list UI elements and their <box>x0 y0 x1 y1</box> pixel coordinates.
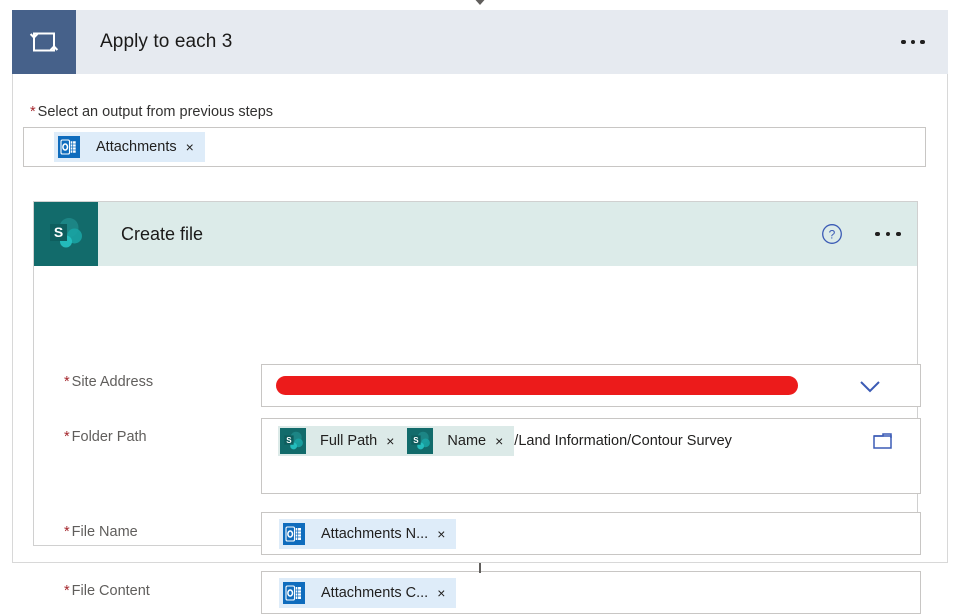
required-indicator: * <box>64 374 70 390</box>
field-label-text: Folder Path <box>71 429 147 445</box>
token-chip-name[interactable]: S Name × <box>405 426 515 456</box>
file-content-input[interactable]: Attachments C... × <box>261 571 921 614</box>
apply-to-each-body: * Select an output from previous steps At… <box>12 74 948 614</box>
loop-ellipsis-menu-icon[interactable] <box>886 10 940 74</box>
svg-text:S: S <box>286 436 292 445</box>
folder-path-input[interactable]: S Full Path × S Name × /Land Information… <box>261 418 921 494</box>
file-name-input[interactable]: Attachments N... × <box>261 512 921 555</box>
field-label-text: File Name <box>71 524 138 540</box>
action-title: Create file <box>121 223 204 244</box>
sharepoint-icon: S <box>405 426 435 456</box>
token-label: Attachments <box>96 139 177 155</box>
dot <box>920 39 925 45</box>
field-label-file-content: * File Content <box>64 583 150 599</box>
svg-text:S: S <box>414 436 420 445</box>
token-chip-full-path[interactable]: S Full Path × <box>278 426 406 456</box>
svg-text:S: S <box>54 224 63 240</box>
output-select-input[interactable]: Attachments × <box>23 127 926 167</box>
required-indicator: * <box>30 104 36 120</box>
top-connector <box>0 0 960 10</box>
token-chip-attachments[interactable]: Attachments × <box>54 132 205 162</box>
required-indicator: * <box>64 524 70 540</box>
dot <box>901 39 906 45</box>
outlook-icon <box>279 519 309 549</box>
loop-repeat-icon <box>12 10 76 74</box>
token-label: Full Path <box>320 433 378 449</box>
dot <box>910 39 916 45</box>
required-indicator: * <box>64 583 70 599</box>
field-label-file-name: * File Name <box>64 524 138 540</box>
token-remove-icon[interactable]: × <box>186 140 205 154</box>
output-field-label-text: Select an output from previous steps <box>37 104 274 120</box>
folder-path-text: /Land Information/Contour Survey <box>514 433 732 449</box>
flow-arrow-down-icon <box>472 0 488 5</box>
sharepoint-icon: S <box>278 426 308 456</box>
token-remove-icon[interactable]: × <box>437 586 456 600</box>
field-label-site-address: * Site Address <box>64 374 153 390</box>
token-label: Name <box>447 433 487 449</box>
action-ellipsis-menu-icon[interactable] <box>865 202 911 266</box>
create-file-header[interactable]: S Create file ? <box>34 202 917 266</box>
chevron-down-icon[interactable] <box>856 377 884 402</box>
token-label: Attachments C... <box>321 584 429 601</box>
folder-picker-icon[interactable] <box>872 431 896 464</box>
token-remove-icon[interactable]: × <box>386 434 405 448</box>
page-title: Apply to each 3 <box>100 31 233 52</box>
token-chip-attachments-name[interactable]: Attachments N... × <box>279 518 457 549</box>
apply-to-each-header[interactable]: Apply to each 3 <box>12 10 948 74</box>
outlook-icon <box>279 578 309 608</box>
create-file-action-card: S Create file ? * Site Address * Folder … <box>33 201 921 614</box>
redacted-value-bar <box>276 376 798 395</box>
svg-text:?: ? <box>829 228 836 242</box>
outlook-icon <box>54 132 84 162</box>
output-field-label: * Select an output from previous steps <box>30 104 273 120</box>
dot <box>896 231 901 237</box>
token-remove-icon[interactable]: × <box>437 527 456 541</box>
field-label-folder-path: * Folder Path <box>64 429 147 445</box>
token-chip-attachments-content[interactable]: Attachments C... × <box>279 577 457 608</box>
token-label: Attachments N... <box>321 525 429 542</box>
field-label-text: Site Address <box>71 374 154 390</box>
dot <box>875 231 880 237</box>
field-label-text: File Content <box>71 583 150 599</box>
bottom-connector <box>479 563 481 573</box>
dot <box>885 231 891 237</box>
token-remove-icon[interactable]: × <box>495 434 514 448</box>
required-indicator: * <box>64 429 70 445</box>
help-circle-icon[interactable]: ? <box>817 219 847 249</box>
sharepoint-icon: S <box>34 202 98 266</box>
site-address-input[interactable] <box>261 364 921 407</box>
